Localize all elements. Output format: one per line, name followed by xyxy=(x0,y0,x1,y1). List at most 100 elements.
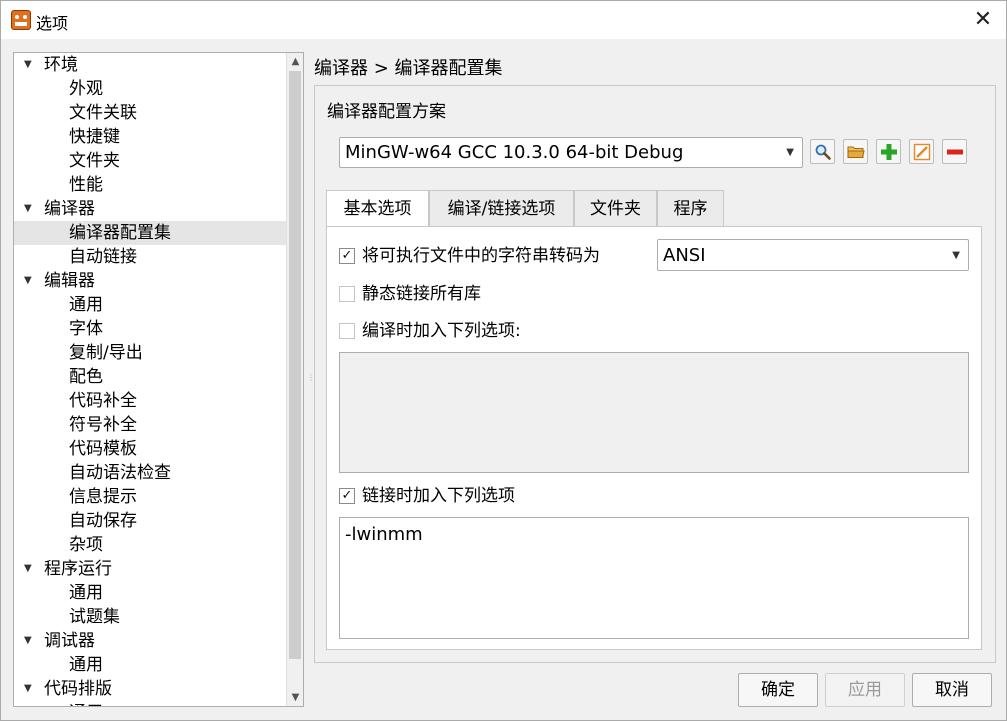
tree-item-label: 通用 xyxy=(69,701,103,706)
add-profile-button[interactable] xyxy=(876,139,901,164)
tree-item-label: 环境 xyxy=(44,55,78,75)
tree-item[interactable]: 代码模板 xyxy=(14,437,287,461)
tree-category[interactable]: ▼ 代码排版 xyxy=(14,677,287,701)
tree-item-label: 复制/导出 xyxy=(69,343,143,363)
tree-item[interactable]: 通用 xyxy=(14,581,287,605)
tree-item-label: 自动语法检查 xyxy=(69,463,171,483)
tree-item-label: 通用 xyxy=(69,295,103,315)
tree-item[interactable]: 自动保存 xyxy=(14,509,287,533)
tree-item[interactable]: 通用 xyxy=(14,701,287,706)
compiler-profile-select[interactable]: MinGW-w64 GCC 10.3.0 64-bit Debug ▼ xyxy=(339,137,803,168)
tree-item-label: 代码补全 xyxy=(69,391,137,411)
tree-item[interactable]: 快捷键 xyxy=(14,125,287,149)
expand-arrow-icon[interactable]: ▼ xyxy=(24,629,36,653)
tree-item[interactable]: 文件关联 xyxy=(14,101,287,125)
expand-arrow-icon[interactable]: ▼ xyxy=(24,197,36,221)
link-options-label: 链接时加入下列选项 xyxy=(362,486,515,506)
tree-item[interactable]: 自动链接 xyxy=(14,245,287,269)
open-folder-button[interactable] xyxy=(843,139,868,164)
compile-options-textarea[interactable] xyxy=(339,352,969,473)
convert-strings-checkbox[interactable]: ✓ xyxy=(339,248,355,264)
link-options-textarea[interactable]: -lwinmm xyxy=(339,517,969,639)
expand-arrow-icon[interactable]: ▼ xyxy=(24,269,36,293)
detect-compiler-button[interactable] xyxy=(810,139,835,164)
tab-basic[interactable]: 基本选项 xyxy=(326,190,429,228)
tree-item[interactable]: 通用 xyxy=(14,293,287,317)
group-title: 编译器配置方案 xyxy=(327,102,446,122)
splitter-handle[interactable]: ⋮ xyxy=(307,373,315,387)
tree-item-label: 信息提示 xyxy=(69,487,137,507)
options-dialog: 选项 ✕ ▼ 环境 外观 文件关联 快捷键 文件夹 性能 ▼ 编译器 编译器配置集 自动链接 ▼ 编辑器… xyxy=(0,0,1007,721)
tree-item[interactable]: 性能 xyxy=(14,173,287,197)
edit-icon xyxy=(913,143,931,161)
tree-item-label: 自动链接 xyxy=(69,247,137,267)
compile-options-checkbox[interactable] xyxy=(339,323,355,339)
static-link-checkbox[interactable] xyxy=(339,286,355,302)
tree-item-label: 程序运行 xyxy=(44,559,112,579)
add-icon xyxy=(881,144,897,160)
tree-category[interactable]: ▼ 编辑器 xyxy=(14,269,287,293)
tree-item[interactable]: 符号补全 xyxy=(14,413,287,437)
remove-profile-button[interactable] xyxy=(942,139,967,164)
tree-item-label: 快捷键 xyxy=(69,127,120,147)
ok-button[interactable]: 确定 xyxy=(738,673,818,707)
tree-item-label: 通用 xyxy=(69,583,103,603)
tab-programs[interactable]: 程序 xyxy=(657,190,724,227)
static-link-label: 静态链接所有库 xyxy=(362,284,481,304)
tree-item-label: 字体 xyxy=(69,319,103,339)
tree-item[interactable]: 通用 xyxy=(14,653,287,677)
close-button[interactable]: ✕ xyxy=(968,5,998,35)
tree-item[interactable]: 文件夹 xyxy=(14,149,287,173)
tree-item[interactable]: 字体 xyxy=(14,317,287,341)
title-bar: 选项 ✕ xyxy=(1,1,1006,39)
compile-options-label: 编译时加入下列选项: xyxy=(362,321,521,341)
tree-item-label: 试题集 xyxy=(69,607,120,627)
tree-item-label: 杂项 xyxy=(69,535,103,555)
apply-button[interactable]: 应用 xyxy=(825,673,905,707)
scroll-down-arrow-icon[interactable]: ▼ xyxy=(287,689,303,706)
tree-item[interactable]: 杂项 xyxy=(14,533,287,557)
tree-item-label: 文件关联 xyxy=(69,103,137,123)
tree-item-label: 代码排版 xyxy=(44,679,112,699)
scroll-thumb[interactable] xyxy=(289,71,301,659)
compiler-profile-value: MinGW-w64 GCC 10.3.0 64-bit Debug xyxy=(345,142,684,163)
tree-item[interactable]: 编译器配置集 xyxy=(14,221,287,245)
tree-item-label: 符号补全 xyxy=(69,415,137,435)
tree-item[interactable]: 代码补全 xyxy=(14,389,287,413)
tree-item-label: 编辑器 xyxy=(44,271,95,291)
cancel-button[interactable]: 取消 xyxy=(912,673,992,707)
remove-icon xyxy=(947,149,963,155)
tab-compile-link[interactable]: 编译/链接选项 xyxy=(429,190,574,227)
scroll-up-arrow-icon[interactable]: ▲ xyxy=(287,53,303,70)
tree-item[interactable]: 复制/导出 xyxy=(14,341,287,365)
tree-category[interactable]: ▼ 调试器 xyxy=(14,629,287,653)
expand-arrow-icon[interactable]: ▼ xyxy=(24,677,36,701)
expand-arrow-icon[interactable]: ▼ xyxy=(24,557,36,581)
expand-arrow-icon[interactable]: ▼ xyxy=(24,53,36,77)
tree-item[interactable]: 配色 xyxy=(14,365,287,389)
tree-item-label: 调试器 xyxy=(44,631,95,651)
tree-category[interactable]: ▼ 程序运行 xyxy=(14,557,287,581)
tree-item-label: 外观 xyxy=(69,79,103,99)
tree-list: ▼ 环境 外观 文件关联 快捷键 文件夹 性能 ▼ 编译器 编译器配置集 自动链接 ▼ 编辑器 通用 字体复… xyxy=(14,53,287,706)
breadcrumb: 编译器 > 编译器配置集 xyxy=(314,58,503,79)
encoding-select[interactable]: ANSI ▼ xyxy=(657,239,969,271)
tree-category[interactable]: ▼ 环境 xyxy=(14,53,287,77)
chevron-down-icon: ▼ xyxy=(786,147,794,158)
tree-item[interactable]: 试题集 xyxy=(14,605,287,629)
window-title: 选项 xyxy=(36,14,69,33)
encoding-value: ANSI xyxy=(663,245,706,266)
link-options-checkbox[interactable]: ✓ xyxy=(339,488,355,504)
tree-item[interactable]: 信息提示 xyxy=(14,485,287,509)
tree-category[interactable]: ▼ 编译器 xyxy=(14,197,287,221)
tree-item[interactable]: 自动语法检查 xyxy=(14,461,287,485)
convert-strings-label: 将可执行文件中的字符串转码为 xyxy=(362,246,600,266)
tree-item-label: 编译器 xyxy=(44,199,95,219)
rename-profile-button[interactable] xyxy=(909,139,934,164)
tree-item-label: 配色 xyxy=(69,367,103,387)
tree-item-label: 性能 xyxy=(69,175,103,195)
tree-scrollbar[interactable]: ▲ ▼ xyxy=(286,53,303,706)
chevron-down-icon: ▼ xyxy=(952,250,960,261)
tree-item[interactable]: 外观 xyxy=(14,77,287,101)
tab-folders[interactable]: 文件夹 xyxy=(574,190,657,227)
